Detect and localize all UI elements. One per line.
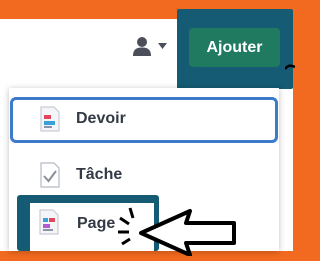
menu-item-label: Devoir: [76, 110, 126, 127]
task-check-icon: [39, 162, 61, 193]
menu-item-tache[interactable]: Tâche: [9, 152, 279, 198]
user-icon: [131, 35, 153, 57]
assignment-icon: [39, 106, 61, 137]
menu-item-label: Tâche: [76, 166, 123, 183]
page-icon: [38, 209, 60, 240]
user-menu[interactable]: [131, 33, 171, 59]
add-button[interactable]: Ajouter: [189, 28, 280, 67]
arrow-tail-icon: [284, 62, 296, 80]
menu-item-devoir[interactable]: Devoir: [9, 96, 279, 143]
click-pointer-arrow-icon: [110, 196, 240, 261]
caret-down-icon: [158, 43, 167, 49]
